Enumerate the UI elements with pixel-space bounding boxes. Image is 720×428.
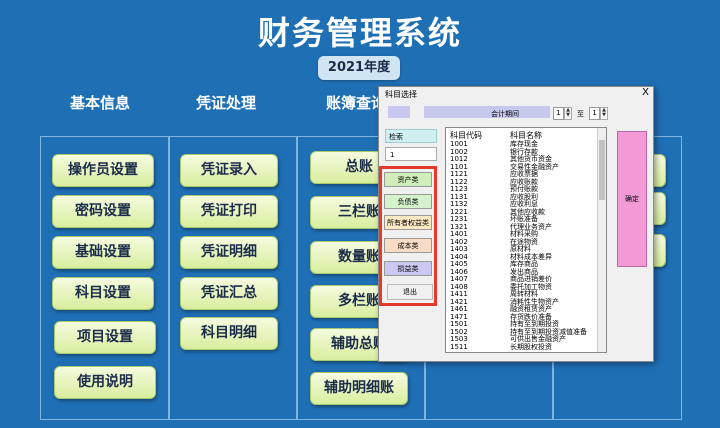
voucher-detail-button[interactable]: 凭证明细 bbox=[180, 236, 278, 269]
list-item[interactable]: 1511 长期股权投资 bbox=[450, 343, 552, 351]
confirm-button[interactable]: 确定 bbox=[617, 131, 647, 267]
period-to-input[interactable]: 1 bbox=[589, 107, 600, 120]
year-badge: 2021年度 bbox=[318, 56, 400, 80]
operator-setup-button[interactable]: 操作员设置 bbox=[52, 154, 154, 187]
color-block-wide bbox=[424, 106, 550, 118]
period-label: 会计期间 bbox=[491, 110, 519, 118]
account-select-dialog: 科目选择 X 会计期间 1 ▲ ▼ 至 1 ▲ ▼ 检索 1 资产类 负债类 所有者… bbox=[378, 86, 654, 362]
password-setup-button[interactable]: 密码设置 bbox=[52, 195, 154, 228]
app-title: 财务管理系统 bbox=[257, 14, 462, 52]
category-assets-button[interactable]: 资产类 bbox=[384, 172, 432, 187]
account-code: 1511 bbox=[450, 342, 468, 351]
scroll-thumb[interactable] bbox=[599, 140, 605, 200]
account-detail-button[interactable]: 科目明细 bbox=[180, 317, 278, 350]
period-from-input[interactable]: 1 bbox=[553, 107, 564, 120]
list-scrollbar[interactable] bbox=[597, 128, 606, 352]
search-label: 检索 bbox=[385, 129, 437, 143]
dialog-title: 科目选择 bbox=[385, 90, 417, 99]
section-voucher: 凭证处理 bbox=[196, 94, 257, 112]
exit-button[interactable]: 退出 bbox=[387, 284, 433, 300]
section-ledger: 账簿查询 bbox=[326, 94, 387, 112]
period-from-spinner[interactable]: ▲ ▼ bbox=[564, 107, 572, 120]
account-setup-button[interactable]: 科目设置 bbox=[52, 277, 154, 310]
account-name: 长期股权投资 bbox=[510, 342, 552, 351]
voucher-entry-button[interactable]: 凭证录入 bbox=[180, 154, 278, 187]
close-icon[interactable]: X bbox=[642, 87, 649, 98]
basic-setup-button[interactable]: 基础设置 bbox=[52, 236, 154, 269]
project-setup-button[interactable]: 项目设置 bbox=[54, 321, 156, 354]
voucher-summary-button[interactable]: 凭证汇总 bbox=[180, 277, 278, 310]
color-block bbox=[388, 106, 410, 118]
search-input[interactable]: 1 bbox=[385, 147, 437, 161]
account-list[interactable]: 科目代码 科目名称 1001 库存现金 1002 银行存款 1012 其他货币资金 1101 交… bbox=[445, 127, 607, 353]
user-guide-button[interactable]: 使用说明 bbox=[54, 366, 156, 399]
voucher-print-button[interactable]: 凭证打印 bbox=[180, 195, 278, 228]
category-equity-button[interactable]: 所有者权益类 bbox=[384, 215, 432, 230]
period-to-spinner[interactable]: ▲ ▼ bbox=[600, 107, 608, 120]
section-basic-info: 基本信息 bbox=[70, 94, 131, 112]
auxiliary-detail-ledger-button[interactable]: 辅助明细账 bbox=[310, 372, 408, 405]
category-cost-button[interactable]: 成本类 bbox=[384, 238, 432, 253]
category-profit-loss-button[interactable]: 损益类 bbox=[384, 261, 432, 276]
to-label: 至 bbox=[577, 110, 584, 118]
category-liabilities-button[interactable]: 负债类 bbox=[384, 194, 432, 209]
